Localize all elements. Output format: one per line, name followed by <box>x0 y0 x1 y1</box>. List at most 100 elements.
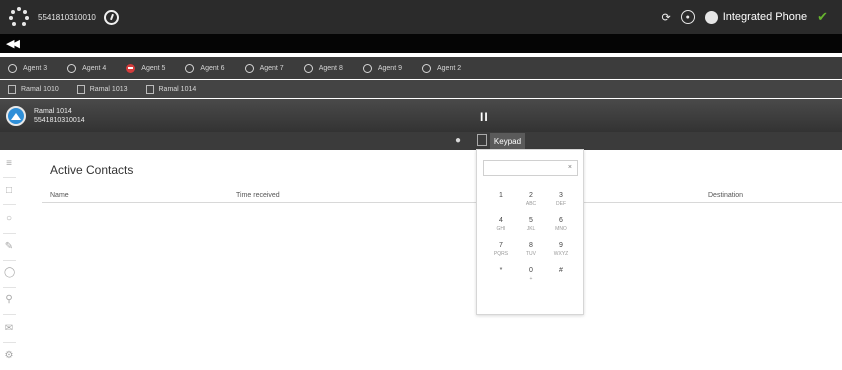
agent-label: Agent 9 <box>377 64 402 72</box>
agent-label: Agent 6 <box>200 64 225 72</box>
keypad-key[interactable]: 5 JKL <box>519 217 543 233</box>
key-digit: 8 <box>529 242 533 249</box>
agent-item[interactable]: Agent 3 <box>8 63 48 73</box>
column-header-destination[interactable]: Destination <box>708 192 743 199</box>
keypad-key[interactable]: 6 MNO <box>549 217 573 233</box>
call-name: Ramal 1014 <box>34 107 72 115</box>
agent-item[interactable]: Agent 9 <box>362 63 402 73</box>
table-header-divider <box>42 202 842 203</box>
agent-label: Agent 5 <box>141 64 166 72</box>
available-status-icon <box>244 63 254 73</box>
phone-forward-icon[interactable]: ⟳ <box>661 11 670 24</box>
call-info: Ramal 1014 5541810310014 <box>34 107 85 125</box>
microphone-icon[interactable]: ● <box>455 135 461 146</box>
edit-icon[interactable]: ✎ <box>4 242 14 252</box>
integrated-phone-label: Integrated Phone <box>722 11 808 23</box>
available-status-icon <box>303 63 313 73</box>
keypad-key[interactable]: 8 TUV <box>519 242 543 258</box>
agent-item[interactable]: Agent 5 <box>126 63 166 73</box>
sidebar-divider <box>3 204 16 205</box>
extensions-bar: Ramal 1010 Ramal 1013 Ramal 1014 <box>0 80 842 98</box>
search-icon[interactable]: ⚲ <box>4 295 14 305</box>
keypad-key[interactable]: 1 <box>489 192 513 200</box>
integrated-phone-button[interactable]: Integrated Phone <box>704 10 808 24</box>
agent-item[interactable]: Agent 4 <box>67 63 107 73</box>
busy-status-icon <box>126 63 136 73</box>
agent-item[interactable]: Agent 7 <box>244 63 284 73</box>
key-digit: 6 <box>559 217 563 224</box>
dial-input[interactable]: × <box>483 160 578 176</box>
keypad-key[interactable]: 9 WXYZ <box>549 242 573 258</box>
keypad-key[interactable]: 7 PQRS <box>489 242 513 258</box>
history-icon[interactable]: ◯ <box>4 268 15 278</box>
agent-label: Agent 4 <box>82 64 107 72</box>
agent-label: Agent 7 <box>259 64 284 72</box>
left-sidebar: ≡ □ ○ ✎ ◯ ⚲ ✉ ⚙ <box>0 150 18 370</box>
agent-item[interactable]: Agent 2 <box>421 63 462 73</box>
keypad-tab[interactable]: Keypad <box>490 133 525 149</box>
extension-label: Ramal 1010 <box>21 85 59 93</box>
status-icon[interactable]: ● <box>680 10 695 24</box>
call-toolbar: ● Keypad <box>0 132 842 150</box>
keypad-key[interactable]: * <box>489 267 513 275</box>
column-header-name[interactable]: Name <box>50 192 69 199</box>
list-icon[interactable]: ≡ <box>4 159 14 169</box>
keypad-key[interactable]: 4 GHI <box>489 217 513 233</box>
collapse-icon[interactable]: ◀◀ <box>6 37 20 50</box>
extension-item[interactable]: Ramal 1013 <box>76 84 128 94</box>
agent-item[interactable]: Agent 6 <box>185 63 225 73</box>
agent-label: Agent 8 <box>318 64 343 72</box>
keypad-key[interactable]: 0 + <box>519 267 543 283</box>
key-digit: 2 <box>529 192 533 199</box>
caller-avatar <box>6 105 26 126</box>
keypad-key[interactable]: 3 DEF <box>549 192 573 208</box>
available-status-icon <box>362 63 372 73</box>
extension-label: Ramal 1013 <box>89 85 128 93</box>
key-letters: WXYZ <box>553 251 569 257</box>
agent-item[interactable]: Agent 8 <box>303 63 343 73</box>
extension-item[interactable]: Ramal 1010 <box>8 84 59 94</box>
key-letters: GHI <box>496 226 506 232</box>
sidebar-divider <box>3 233 16 234</box>
key-digit: * <box>499 267 503 274</box>
document-icon[interactable]: □ <box>4 186 14 196</box>
available-status-icon <box>421 63 431 73</box>
keypad-key[interactable]: # <box>549 267 573 275</box>
clear-icon[interactable]: × <box>568 164 572 171</box>
key-digit: # <box>559 267 563 274</box>
keypad-panel: × 1 2 ABC 3 DEF 4 GHI 5 JKL 6 MNO 7 PQRS 8 TUV 9 WXYZ * 0 +… <box>476 149 584 315</box>
contacts-icon[interactable]: ○ <box>4 214 14 224</box>
agent-label: Agent 2 <box>436 64 462 72</box>
call-number: 5541810310014 <box>34 116 85 124</box>
key-letters: DEF <box>556 201 566 207</box>
key-digit: 1 <box>499 192 503 199</box>
app-logo-icon <box>8 6 30 28</box>
agent-label: Agent 3 <box>23 64 48 72</box>
available-status-icon <box>185 63 195 73</box>
keypad-icon[interactable] <box>477 134 487 146</box>
mail-icon[interactable]: ✉ <box>4 324 14 334</box>
key-digit: 3 <box>559 192 563 199</box>
clock-icon[interactable] <box>103 9 119 25</box>
sidebar-divider <box>3 260 16 261</box>
column-header-time-received[interactable]: Time received <box>236 192 280 199</box>
key-letters: TUV <box>526 251 536 257</box>
extension-item[interactable]: Ramal 1014 <box>145 84 197 94</box>
headset-icon <box>704 10 718 24</box>
extension-label: Ramal 1014 <box>158 85 197 93</box>
key-digit: 4 <box>499 217 503 224</box>
key-letters: ABC <box>525 201 537 207</box>
pause-button[interactable]: II <box>480 110 489 124</box>
collapse-bar: ◀◀ <box>0 34 842 53</box>
extension-icon <box>8 84 16 94</box>
keypad-key[interactable]: 2 ABC <box>519 192 543 208</box>
available-status-icon <box>8 63 17 73</box>
sidebar-divider <box>3 177 16 178</box>
extension-icon <box>76 84 85 94</box>
settings-icon[interactable]: ⚙ <box>4 351 14 361</box>
phone-icon[interactable]: ✔ <box>817 9 828 25</box>
sidebar-divider <box>3 342 16 343</box>
extension-icon <box>145 84 154 94</box>
key-digit: 9 <box>559 242 563 249</box>
available-status-icon <box>67 63 77 73</box>
